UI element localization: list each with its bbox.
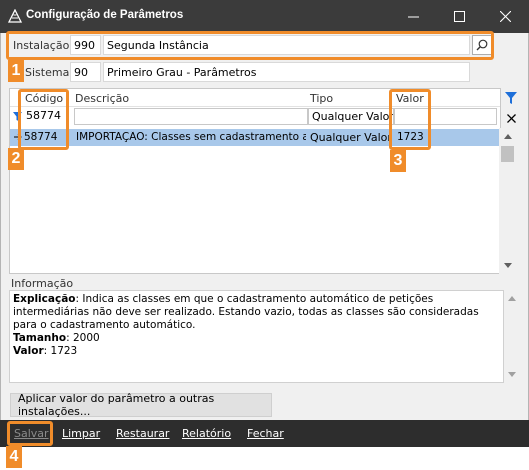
chevron-up-icon	[503, 134, 512, 139]
row-tipo: Qualquer Valor	[310, 131, 392, 144]
parameters-window: Configuração de Parâmetros Instalação 99…	[0, 0, 529, 470]
instalacao-name-field[interactable]: Segunda Instância	[103, 35, 470, 55]
app-icon	[8, 9, 22, 23]
apply-to-installations-button[interactable]: Aplicar valor do parâmetro a outras inst…	[10, 392, 272, 418]
footer-toolbar: Salvar Limpar Restaurar Relatório Fechar	[0, 420, 529, 447]
explicacao-label: Explicação	[13, 293, 76, 305]
explicacao-text: : Indica as classes em que o cadastramen…	[13, 293, 479, 331]
tamanho-label: Tamanho	[13, 332, 67, 344]
annotation-badge-2: 2	[8, 148, 24, 170]
clear-filter-button[interactable]	[504, 111, 518, 125]
info-explicacao: Explicação: Indica as classes em que o c…	[13, 293, 500, 332]
minimize-icon	[407, 16, 419, 18]
filter-toggle-icon	[505, 92, 517, 104]
info-valor: Valor: 1723	[13, 345, 500, 358]
scroll-down-button[interactable]	[499, 257, 516, 274]
filter-valor[interactable]	[394, 108, 497, 125]
parameters-grid: Código Descrição Tipo Valor 58774 Qualqu…	[9, 88, 501, 274]
scroll-up-button[interactable]	[499, 128, 516, 145]
title-bar[interactable]: Configuração de Parâmetros	[0, 0, 529, 33]
filter-codigo[interactable]: 58774	[23, 108, 73, 125]
instalacao-code-field[interactable]: 990	[70, 35, 101, 55]
toggle-filter-button[interactable]	[504, 91, 518, 105]
sistema-name-field[interactable]: Primeiro Grau - Parâmetros	[103, 62, 470, 82]
row-descricao: IMPORTAÇÃO: Classes sem cadastramento au…	[76, 131, 306, 143]
filter-row: 58774 Qualquer Valor	[10, 107, 500, 127]
below-area	[0, 447, 529, 470]
save-button[interactable]: Salvar	[14, 427, 49, 440]
valor-value: : 1723	[43, 345, 78, 357]
close-dialog-button[interactable]: Fechar	[247, 427, 284, 440]
restore-button[interactable]: Restaurar	[116, 427, 169, 440]
row-valor: 1723	[397, 131, 424, 143]
annotation-badge-3: 3	[390, 150, 406, 172]
info-scrollbar[interactable]	[504, 290, 519, 383]
report-button[interactable]: Relatório	[182, 427, 231, 440]
sistema-label: Sistema	[25, 66, 70, 79]
maximize-icon	[453, 11, 465, 22]
col-tipo[interactable]: Tipo	[310, 92, 333, 105]
filter-descricao[interactable]	[74, 108, 308, 125]
col-codigo[interactable]: Código	[25, 92, 63, 105]
info-text-box[interactable]: Explicação: Indica as classes em que o c…	[9, 290, 504, 383]
table-row[interactable]: 58774 IMPORTAÇÃO: Classes sem cadastrame…	[10, 129, 500, 146]
info-tamanho: Tamanho: 2000	[13, 332, 500, 345]
close-button[interactable]	[482, 0, 528, 33]
info-label: Informação	[11, 277, 74, 290]
col-valor[interactable]: Valor	[396, 92, 424, 105]
filter-icon	[13, 112, 22, 121]
annotation-badge-4: 4	[6, 446, 22, 468]
annotation-badge-1: 1	[8, 60, 24, 82]
instalacao-label: Instalação	[13, 39, 70, 52]
row-codigo: 58774	[24, 131, 58, 143]
col-descricao[interactable]: Descrição	[75, 92, 129, 105]
valor-label: Valor	[13, 345, 44, 357]
minimize-button[interactable]	[390, 0, 436, 33]
maximize-button[interactable]	[436, 0, 482, 33]
scroll-thumb[interactable]	[501, 146, 514, 162]
tamanho-value: : 2000	[66, 332, 100, 344]
close-icon	[499, 11, 511, 22]
clear-button[interactable]: Limpar	[62, 427, 100, 440]
clear-icon	[506, 113, 516, 123]
info-chevron-up-icon	[508, 296, 516, 301]
search-button[interactable]	[472, 35, 492, 55]
search-icon	[476, 39, 488, 51]
row-pointer-icon	[14, 133, 22, 141]
grid-scrollbar[interactable]	[499, 128, 516, 274]
window-title: Configuração de Parâmetros	[26, 9, 184, 21]
filter-tipo[interactable]: Qualquer Valor	[308, 108, 394, 125]
chevron-down-icon	[503, 263, 512, 268]
sistema-code-field[interactable]: 90	[70, 62, 101, 82]
info-chevron-down-icon	[508, 372, 516, 377]
grid-header: Código Descrição Tipo Valor	[10, 89, 500, 107]
